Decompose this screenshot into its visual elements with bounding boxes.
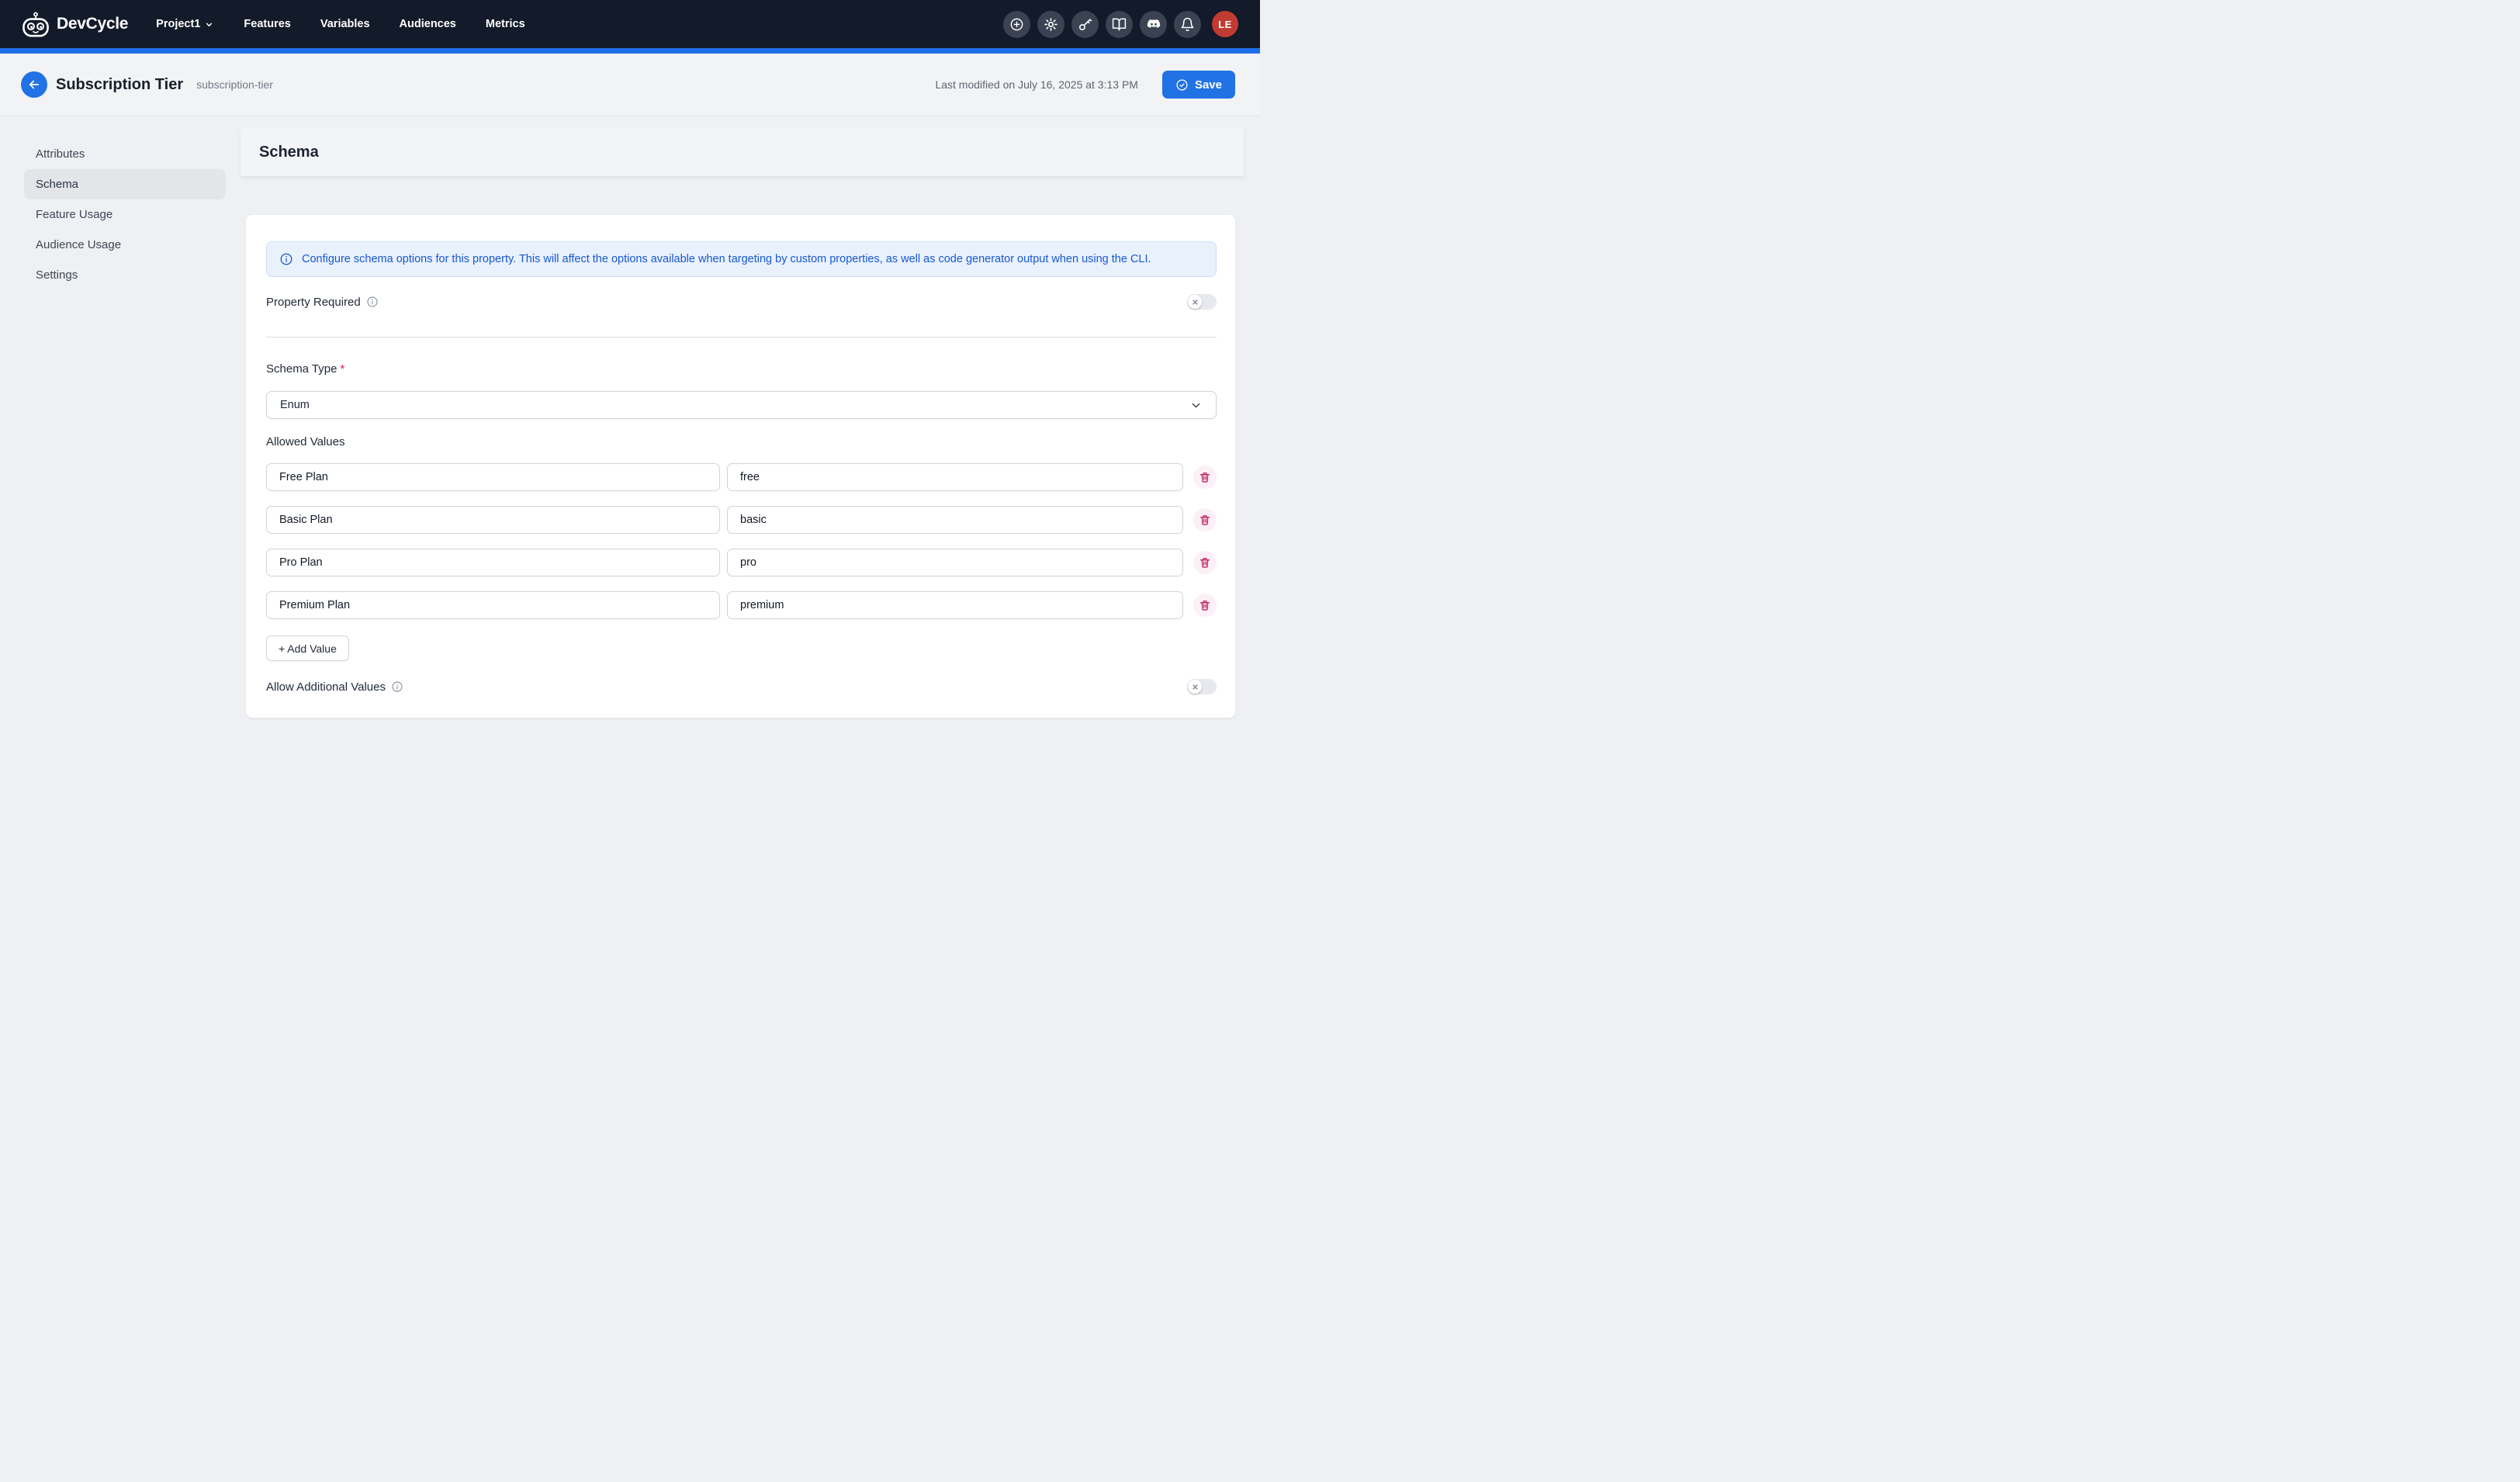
main-panel: Schema Configure schema options for this… <box>241 116 1244 718</box>
delete-value-button[interactable] <box>1193 594 1217 617</box>
api-keys-button[interactable] <box>1071 11 1099 38</box>
discord-button[interactable] <box>1140 11 1167 38</box>
sidebar-item-feature-usage[interactable]: Feature Usage <box>24 199 226 230</box>
allowed-value-row <box>266 549 1217 577</box>
notifications-button[interactable] <box>1174 11 1201 38</box>
info-icon[interactable] <box>366 296 379 308</box>
user-avatar[interactable]: LE <box>1212 11 1238 37</box>
nav-item-features[interactable]: Features <box>244 18 290 30</box>
bell-icon <box>1180 17 1195 32</box>
toggle-knob <box>1188 295 1202 309</box>
property-required-toggle[interactable] <box>1187 294 1217 310</box>
schema-type-label: Schema Type <box>266 362 337 376</box>
sidebar-item-schema[interactable]: Schema <box>24 169 226 199</box>
value-key-input[interactable] <box>727 549 1183 577</box>
key-icon <box>1078 17 1092 32</box>
info-icon[interactable] <box>391 680 403 693</box>
back-button[interactable] <box>21 71 47 98</box>
nav-links: Project1 Features Variables Audiences Me… <box>156 18 525 30</box>
property-key: subscription-tier <box>196 78 273 91</box>
sidebar: Attributes Schema Feature Usage Audience… <box>24 139 226 290</box>
value-name-input[interactable] <box>266 591 720 619</box>
discord-icon <box>1146 16 1161 32</box>
delete-value-button[interactable] <box>1193 551 1217 574</box>
sidebar-item-audience-usage[interactable]: Audience Usage <box>24 230 226 260</box>
trash-icon <box>1199 556 1211 569</box>
value-name-input[interactable] <box>266 549 720 577</box>
value-key-input[interactable] <box>727 463 1183 491</box>
value-key-input[interactable] <box>727 591 1183 619</box>
arrow-left-icon <box>27 78 41 92</box>
page-header: Subscription Tier subscription-tier Last… <box>0 54 1260 116</box>
section-divider <box>266 337 1217 338</box>
nav-item-audiences[interactable]: Audiences <box>400 18 456 30</box>
value-name-input[interactable] <box>266 506 720 534</box>
trash-icon <box>1199 471 1211 483</box>
gear-icon <box>1044 17 1058 32</box>
content-area: Attributes Schema Feature Usage Audience… <box>0 116 1260 718</box>
delete-value-button[interactable] <box>1193 508 1217 532</box>
sidebar-item-attributes[interactable]: Attributes <box>24 139 226 169</box>
trash-icon <box>1199 599 1211 611</box>
nav-item-project[interactable]: Project1 <box>156 18 214 30</box>
allowed-values-label: Allowed Values <box>266 435 1217 448</box>
chevron-down-icon <box>1189 399 1203 412</box>
save-button[interactable]: Save <box>1162 71 1235 99</box>
book-open-icon <box>1112 17 1127 32</box>
property-required-label: Property Required <box>266 296 361 309</box>
property-required-row: Property Required <box>266 294 1217 310</box>
alert-text: Configure schema options for this proper… <box>302 253 1151 265</box>
sidebar-item-settings[interactable]: Settings <box>24 260 226 290</box>
nav-item-metrics[interactable]: Metrics <box>486 18 525 30</box>
schema-type-value: Enum <box>280 399 310 411</box>
schema-type-label-row: Schema Type * <box>266 362 1217 376</box>
check-circle-icon <box>1175 78 1189 92</box>
toggle-knob <box>1188 680 1202 694</box>
chevron-down-icon <box>204 19 214 29</box>
devcycle-logo[interactable]: DevCycle <box>21 12 128 37</box>
brand-wordmark: DevCycle <box>57 15 128 33</box>
top-navbar: DevCycle Project1 Features Variables Aud… <box>0 0 1260 48</box>
section-title: Schema <box>259 144 319 161</box>
schema-card: Configure schema options for this proper… <box>246 215 1235 718</box>
trash-icon <box>1199 514 1211 526</box>
app-root: DevCycle Project1 Features Variables Aud… <box>0 0 1260 741</box>
allowed-value-row <box>266 506 1217 534</box>
accent-bar <box>0 48 1260 54</box>
value-name-input[interactable] <box>266 463 720 491</box>
info-alert: Configure schema options for this proper… <box>266 241 1217 277</box>
allow-additional-row: Allow Additional Values <box>266 679 1217 694</box>
info-icon <box>279 252 293 266</box>
allowed-value-row <box>266 591 1217 619</box>
allow-additional-toggle[interactable] <box>1187 679 1217 694</box>
delete-value-button[interactable] <box>1193 466 1217 489</box>
value-key-input[interactable] <box>727 506 1183 534</box>
plus-circle-icon <box>1009 17 1024 32</box>
docs-button[interactable] <box>1106 11 1133 38</box>
allowed-value-row <box>266 463 1217 491</box>
create-button[interactable] <box>1003 11 1030 38</box>
devcycle-robot-icon <box>21 12 50 37</box>
nav-item-variables[interactable]: Variables <box>320 18 370 30</box>
header-actions: Last modified on July 16, 2025 at 3:13 P… <box>935 71 1235 99</box>
settings-button[interactable] <box>1037 11 1064 38</box>
navbar-actions: LE <box>1003 11 1238 38</box>
add-value-button[interactable]: + Add Value <box>266 635 349 661</box>
page-title: Subscription Tier <box>56 76 183 94</box>
section-header: Schema <box>241 129 1244 176</box>
allow-additional-label: Allow Additional Values <box>266 680 386 694</box>
schema-type-select[interactable]: Enum <box>266 391 1217 419</box>
required-asterisk: * <box>340 362 344 376</box>
last-modified-text: Last modified on July 16, 2025 at 3:13 P… <box>935 78 1138 91</box>
